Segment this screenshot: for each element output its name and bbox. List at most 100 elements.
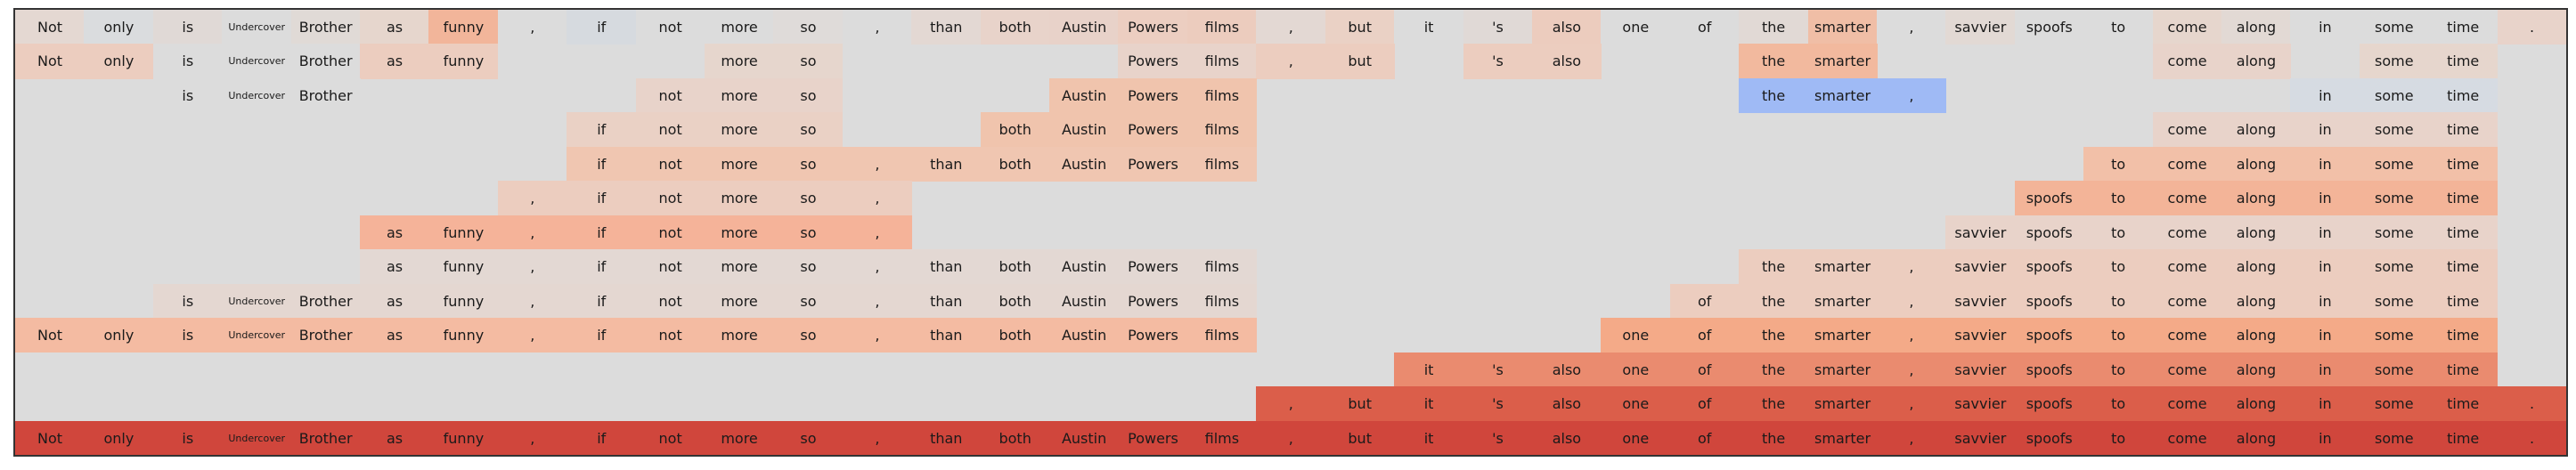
token-cell: funny [428,215,499,250]
token-cell: Undercover [222,283,292,319]
token-cell: some [2359,146,2429,182]
token-cell: as [360,44,430,79]
token-cell: Brother [290,318,361,353]
token-cell: Undercover [222,77,292,113]
token-cell: come [2152,386,2222,422]
token-cell: time [2428,44,2499,79]
token-cell: both [980,420,1050,455]
token-cell: , [1256,44,1326,79]
token-cell: time [2428,318,2499,353]
token-cell: so [773,44,844,79]
token-cell: Powers [1118,112,1188,148]
token-cell: time [2428,146,2499,182]
token-cell: the [1739,10,1809,45]
token-grid: Not only is Undercover Brother as funny, if not m… [13,8,2568,457]
token-cell: , [1876,249,1946,285]
token-cell: Brother [290,44,361,79]
token-cell: . [2497,420,2566,455]
token-cell: the [1739,420,1809,455]
token-cell: also [1531,420,1602,455]
token-cell: also [1531,10,1602,45]
token-cell: Brother [290,283,361,319]
token-cell: films [1186,420,1257,455]
token-cell: Austin [1049,146,1120,182]
token-cell: one [1601,420,1671,455]
token-cell: some [2359,10,2429,45]
token-cell: also [1531,386,1602,422]
token-cell: not [635,146,705,182]
token-cell: of [1669,386,1740,422]
token-cell: so [773,283,844,319]
token-cell: smarter [1807,283,1878,319]
token-cell: along [2221,181,2291,216]
token-cell: funny [428,420,499,455]
token-cell: , [842,283,912,319]
token-cell: time [2428,215,2499,250]
token-cell: , [842,420,912,455]
token-cell: smarter [1807,44,1878,79]
token-cell: it [1394,352,1464,387]
token-cell: to [2083,215,2154,250]
token-cell: than [911,146,982,182]
token-cell: but [1325,44,1395,79]
token-cell: so [773,249,844,285]
token-cell: time [2428,181,2499,216]
token-cell: so [773,420,844,455]
token-cell: not [635,112,705,148]
token-cell: some [2359,386,2429,422]
token-cell: Powers [1118,283,1188,319]
token-cell: not [635,318,705,353]
token-cell: if [567,181,637,216]
token-cell: some [2359,112,2429,148]
token-cell: both [980,283,1050,319]
token-cell: come [2152,420,2222,455]
token-cell: come [2152,10,2222,45]
token-cell: not [635,10,705,45]
token-cell: 's [1463,44,1533,79]
token-cell: in [2290,386,2360,422]
token-cell: than [911,318,982,353]
token-cell: if [567,318,637,353]
token-cell: Austin [1049,10,1120,45]
token-cell: Powers [1118,249,1188,285]
token-cell: come [2152,352,2222,387]
token-cell: the [1739,283,1809,319]
token-cell: one [1601,10,1671,45]
token-cell: not [635,77,705,113]
token-cell: only [84,10,154,45]
token-cell: is [152,420,223,455]
token-cell: in [2290,112,2360,148]
token-cell: funny [428,10,499,45]
token-cell: Austin [1049,249,1120,285]
token-cell: smarter [1807,420,1878,455]
token-cell: one [1601,352,1671,387]
token-cell: the [1739,77,1809,113]
token-cell: savvier [1945,10,2016,45]
token-cell: if [567,10,637,45]
token-cell: in [2290,215,2360,250]
token-cell: along [2221,386,2291,422]
token-cell: along [2221,420,2291,455]
token-cell: along [2221,112,2291,148]
token-cell: is [152,10,223,45]
token-cell: Not [15,10,85,45]
token-cell: films [1186,10,1257,45]
token-cell: the [1739,318,1809,353]
token-cell: come [2152,215,2222,250]
token-cell: also [1531,44,1602,79]
token-cell: if [567,249,637,285]
token-cell: , [1876,77,1946,113]
token-cell: 's [1463,420,1533,455]
token-cell: some [2359,181,2429,216]
token-cell: so [773,318,844,353]
token-cell: time [2428,420,2499,455]
token-cell: films [1186,283,1257,319]
token-cell: come [2152,318,2222,353]
token-cell: Not [15,420,85,455]
token-cell: funny [428,318,499,353]
token-cell: so [773,215,844,250]
token-cell: but [1325,420,1395,455]
token-cell: along [2221,10,2291,45]
token-cell: the [1739,249,1809,285]
token-cell: only [84,318,154,353]
